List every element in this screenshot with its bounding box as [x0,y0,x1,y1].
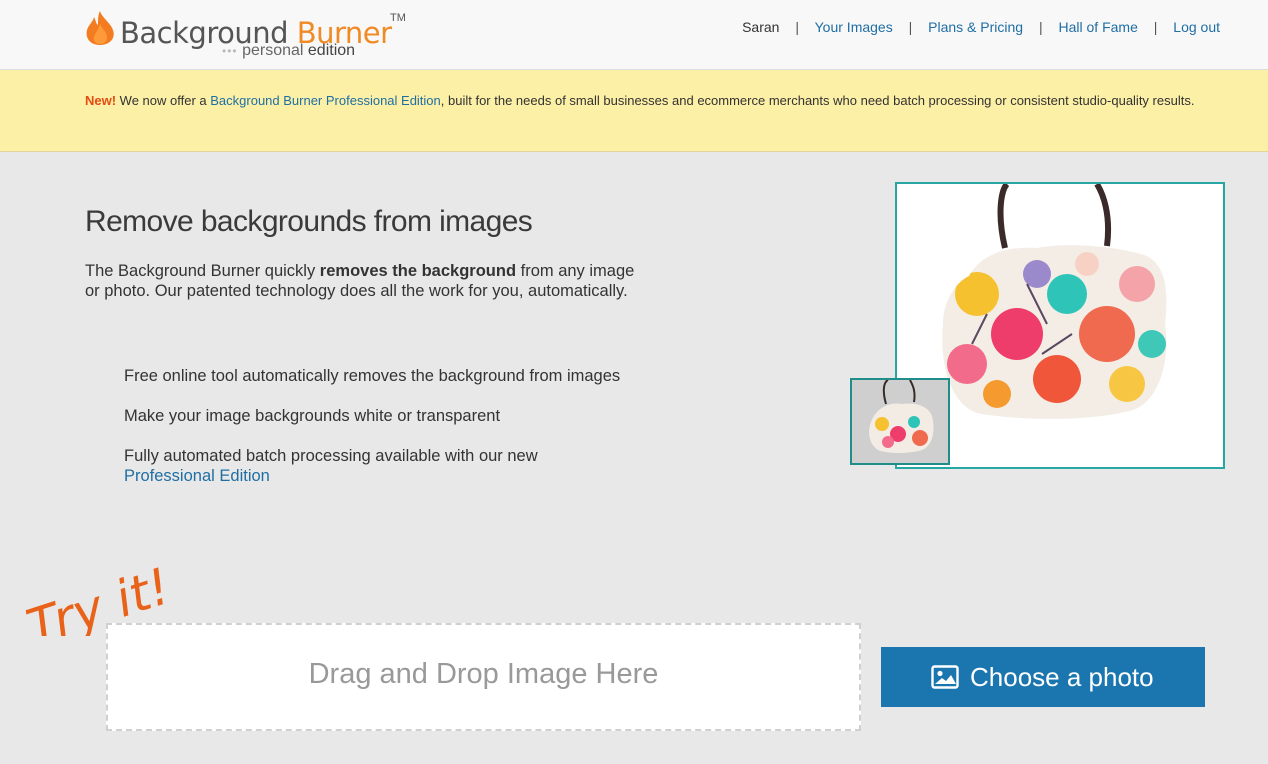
feature-item-text: Fully automated batch processing availab… [124,447,538,465]
drag-drop-text: Drag and Drop Image Here [308,658,659,690]
choose-photo-button[interactable]: Choose a photo [881,647,1205,707]
top-nav: Saran | Your Images | Plans & Pricing | … [742,19,1220,35]
page-title: Remove backgrounds from images [85,205,533,238]
logo-subtitle-dots: ••• [222,44,238,58]
announcement-text: New! We now offer a Background Burner Pr… [85,91,1195,111]
feature-professional-edition-link[interactable]: Professional Edition [124,467,270,485]
intro-text-before: The Background Burner quickly [85,262,320,280]
nav-separator: | [1038,19,1043,35]
nav-plans-pricing-link[interactable]: Plans & Pricing [928,19,1023,35]
nav-separator: | [795,19,799,35]
top-header: Background Burner TM ••• personal editio… [0,0,1268,70]
feature-item: Make your image backgrounds white or tra… [124,407,501,425]
original-thumbnail-image[interactable] [850,378,950,465]
feature-list: Free online tool automatically removes t… [124,366,644,506]
nav-separator: | [1153,19,1158,35]
logo-trademark: TM [390,12,406,24]
feature-item: Free online tool automatically removes t… [124,367,621,385]
feature-item: Fully automated batch processing availab… [124,446,644,486]
professional-edition-link[interactable]: Background Burner Professional Edition [210,93,441,108]
nav-user-name: Saran [742,19,780,35]
nav-your-images-link[interactable]: Your Images [815,19,893,35]
nav-hall-of-fame-link[interactable]: Hall of Fame [1059,19,1138,35]
logo[interactable]: Background Burner TM ••• personal editio… [84,8,414,64]
choose-photo-label: Choose a photo [970,662,1154,692]
image-icon [931,665,959,689]
announcement-text-before: We now offer a [116,93,211,108]
announcement-text-after: , built for the needs of small businesse… [440,93,1195,108]
logo-subtitle-personal: personal [242,42,304,59]
nav-separator: | [908,19,913,35]
try-it-handwritten-label: Try it! [20,557,177,636]
logo-subtitle: ••• personal edition [222,42,355,60]
announcement-new-badge: New! [85,93,117,108]
thumbnail-handbag-image [852,380,948,463]
intro-paragraph: The Background Burner quickly removes th… [85,261,645,301]
announcement-bar: New! We now offer a Background Burner Pr… [0,70,1268,152]
nav-log-out-link[interactable]: Log out [1173,19,1220,35]
intro-bold-text: removes the background [319,262,517,280]
flame-icon [86,11,114,45]
drag-drop-zone[interactable]: Drag and Drop Image Here [106,623,861,731]
logo-subtitle-edition: edition [307,42,356,59]
